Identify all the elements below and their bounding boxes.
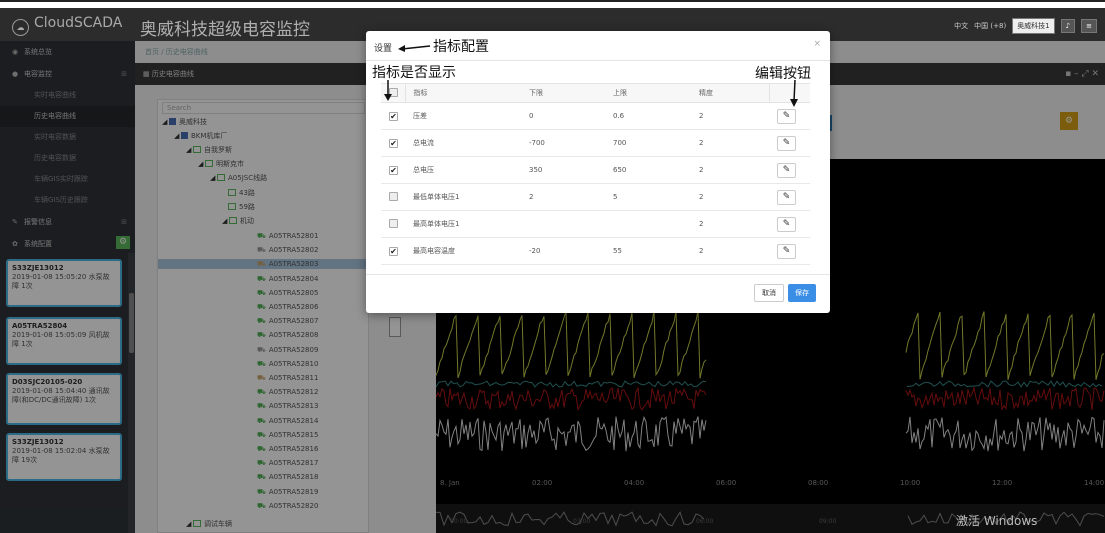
indicator-low: -700 xyxy=(521,129,605,157)
indicator-name: 最高电容温度 xyxy=(405,237,521,265)
phone-select[interactable]: 中国 (+8) xyxy=(974,21,1006,31)
indicator-precision: 2 xyxy=(691,210,769,238)
show-checkbox[interactable]: ✔ xyxy=(389,246,398,256)
row-checkbox-cell: ✔ xyxy=(381,237,405,265)
modal-footer-divider xyxy=(366,274,830,275)
cancel-button[interactable]: 取消 xyxy=(754,284,784,302)
arrow-icon xyxy=(790,80,798,107)
app-title: 奥威科技超级电容监控 xyxy=(140,20,310,40)
indicator-table: 指标 下限 上限 精度 ✔ 压差 0 0.6 2 ✎ ✔ 总电流 -700 700 2 ✎ ✔ 总电压 35… xyxy=(381,83,810,265)
row-checkbox-cell xyxy=(381,183,405,211)
indicator-low xyxy=(521,210,605,238)
indicator-precision: 2 xyxy=(691,156,769,184)
modal-title: 设置 xyxy=(374,44,393,54)
indicator-low: 2 xyxy=(521,183,605,211)
modal-divider xyxy=(366,60,830,61)
indicator-row: ✔ 最高电容温度 -20 55 2 ✎ xyxy=(381,237,810,265)
edit-pencil-icon[interactable]: ✎ xyxy=(777,162,796,178)
col-indicator: 指标 xyxy=(405,83,521,103)
indicator-high: 0.6 xyxy=(605,102,691,130)
close-icon[interactable]: × xyxy=(813,39,821,49)
brand-logo: ☁ CloudSCADA xyxy=(12,15,122,36)
language-select[interactable]: 中文 xyxy=(954,21,968,31)
cloud-icon: ☁ xyxy=(12,19,29,36)
annotation-edit: 编辑按钮 xyxy=(755,66,811,82)
col-low: 下限 xyxy=(521,83,605,103)
indicator-low: 350 xyxy=(521,156,605,184)
indicator-row: 最低单体电压1 2 5 2 ✎ xyxy=(381,183,810,211)
row-action-cell: ✎ xyxy=(769,183,810,211)
edit-pencil-icon[interactable]: ✎ xyxy=(777,135,796,151)
indicator-high: 650 xyxy=(605,156,691,184)
indicator-name: 压差 xyxy=(405,102,521,130)
user-menu[interactable]: 奥威科技1 xyxy=(1012,18,1055,34)
show-checkbox[interactable] xyxy=(389,191,398,201)
row-action-cell: ✎ xyxy=(769,129,810,157)
col-high: 上限 xyxy=(605,83,691,103)
annotation-config: 指标配置 xyxy=(433,39,489,55)
indicator-name: 最低单体电压1 xyxy=(405,183,521,211)
save-button[interactable]: 保存 xyxy=(788,284,816,302)
indicator-row: 最高单体电压1 2 ✎ xyxy=(381,210,810,238)
top-rule xyxy=(0,0,1105,2)
bell-icon[interactable]: ♪ xyxy=(1060,19,1076,33)
indicator-high: 55 xyxy=(605,237,691,265)
edit-pencil-icon[interactable]: ✎ xyxy=(777,189,796,205)
row-checkbox-cell xyxy=(381,210,405,238)
indicator-name: 总电流 xyxy=(405,129,521,157)
show-checkbox[interactable]: ✔ xyxy=(389,165,398,175)
indicator-precision: 2 xyxy=(691,183,769,211)
row-checkbox-cell: ✔ xyxy=(381,129,405,157)
arrow-icon xyxy=(398,45,431,52)
row-checkbox-cell: ✔ xyxy=(381,156,405,184)
row-checkbox-cell: ✔ xyxy=(381,102,405,130)
indicator-low: 0 xyxy=(521,102,605,130)
indicator-high: 700 xyxy=(605,129,691,157)
edit-pencil-icon[interactable]: ✎ xyxy=(777,243,796,259)
indicator-row: ✔ 总电压 350 650 2 ✎ xyxy=(381,156,810,184)
row-action-cell: ✎ xyxy=(769,210,810,238)
indicator-name: 最高单体电压1 xyxy=(405,210,521,238)
indicator-high xyxy=(605,210,691,238)
show-checkbox[interactable]: ✔ xyxy=(389,111,398,121)
indicator-row: ✔ 总电流 -700 700 2 ✎ xyxy=(381,129,810,157)
indicator-precision: 2 xyxy=(691,129,769,157)
menu-icon[interactable]: ≡ xyxy=(1081,19,1097,33)
row-action-cell: ✎ xyxy=(769,156,810,184)
show-checkbox[interactable] xyxy=(389,218,398,228)
annotation-show: 指标是否显示 xyxy=(372,65,456,81)
indicator-high: 5 xyxy=(605,183,691,211)
indicator-precision: 2 xyxy=(691,237,769,265)
arrow-icon xyxy=(384,80,392,101)
row-action-cell: ✎ xyxy=(769,237,810,265)
col-precision: 精度 xyxy=(691,83,770,103)
indicator-name: 总电压 xyxy=(405,156,521,184)
indicator-precision: 2 xyxy=(691,102,769,130)
indicator-row: ✔ 压差 0 0.6 2 ✎ xyxy=(381,102,810,130)
edit-pencil-icon[interactable]: ✎ xyxy=(777,108,796,124)
show-checkbox[interactable]: ✔ xyxy=(389,138,398,148)
header-tools: 中文 中国 (+8) 奥威科技1 ♪ ≡ xyxy=(954,18,1097,34)
windows-watermark: 激活 Windows xyxy=(956,514,1038,528)
indicator-low: -20 xyxy=(521,237,605,265)
edit-pencil-icon[interactable]: ✎ xyxy=(777,216,796,232)
